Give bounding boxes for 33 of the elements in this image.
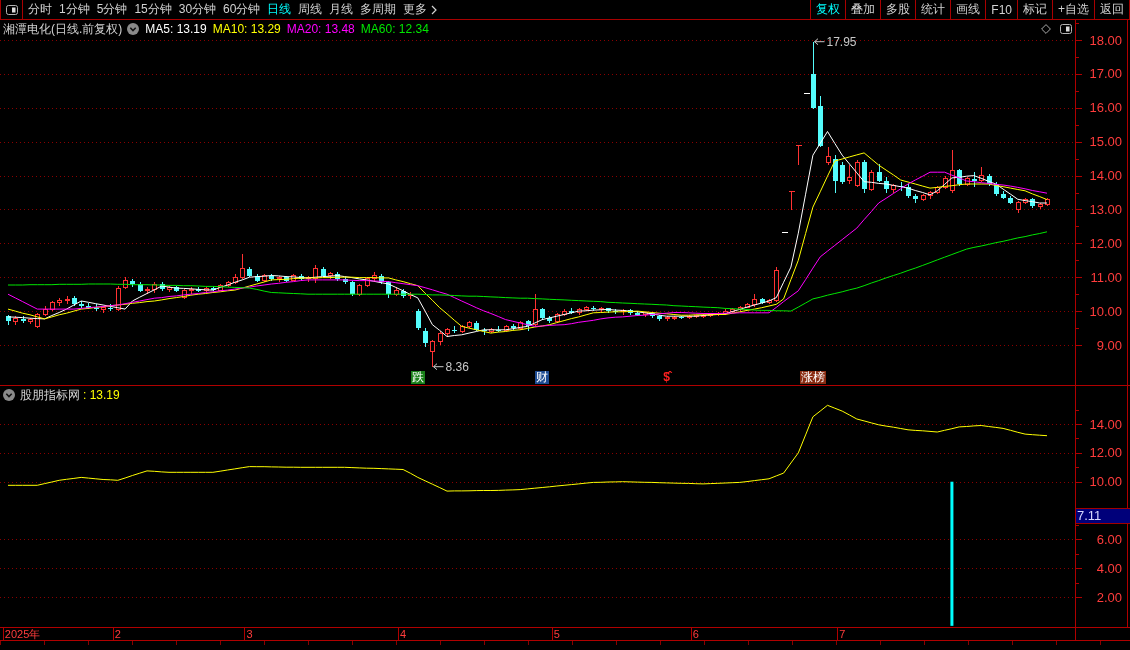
axis-label: 4.00 — [1096, 560, 1122, 576]
axis-label: 11.00 — [1090, 269, 1122, 285]
indicator-value: : 13.19 — [83, 388, 120, 402]
axis-label: 18.00 — [1089, 32, 1122, 48]
price-label: 8.36 — [445, 360, 469, 375]
moving-average-legend: MA10: 13.29 — [212, 22, 281, 36]
axis-label: 14.00 — [1089, 416, 1122, 432]
date-label: 2025年 — [4, 628, 41, 640]
axis-label: 9.00 — [1096, 337, 1122, 353]
axis-label: 16.00 — [1089, 100, 1122, 116]
date-label: 6 — [692, 628, 699, 640]
price-label: 17.95 — [826, 35, 857, 50]
indicator-name: 股朋指标网 — [20, 388, 80, 402]
date-label: 4 — [400, 628, 407, 640]
moving-average-legend: MA20: 13.48 — [286, 22, 355, 36]
date-label: 7 — [839, 628, 846, 640]
axis-label: 6.00 — [1096, 531, 1122, 547]
axis-label: 15.00 — [1089, 134, 1122, 150]
axis-label: 12.00 — [1089, 445, 1122, 461]
stock-title: 湘潭电化(日线.前复权) — [3, 22, 123, 36]
axis-label: 10.00 — [1089, 474, 1122, 490]
moving-average-legend: MA5: 13.19 — [145, 22, 207, 36]
axis-label: 2.00 — [1096, 589, 1122, 605]
axis-label: 13.00 — [1089, 201, 1122, 217]
axis-label: 14.00 — [1089, 168, 1122, 184]
axis-label: 12.00 — [1089, 235, 1122, 251]
axis-label: 17.00 — [1089, 66, 1122, 82]
moving-average-legend: MA60: 12.34 — [360, 22, 429, 36]
date-label: 3 — [246, 628, 253, 640]
date-label: 2 — [114, 628, 121, 640]
date-label: 5 — [553, 628, 560, 640]
cursor-value-tag: 7.11 — [1076, 508, 1130, 524]
axis-label: 10.00 — [1089, 303, 1122, 319]
